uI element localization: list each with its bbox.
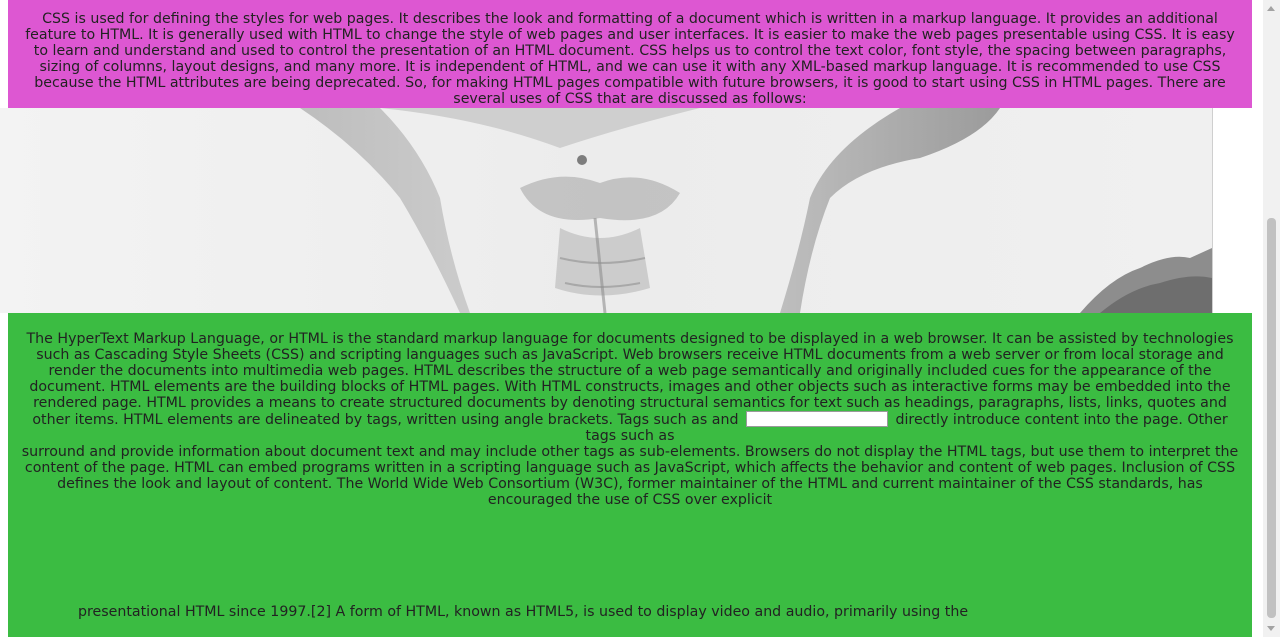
css-description-text: CSS is used for defining the styles for … [25, 11, 1235, 107]
bodybuilder-photo [0, 108, 1213, 313]
inline-text-input[interactable] [745, 411, 888, 427]
scroll-up-button[interactable] [1263, 0, 1280, 17]
html-description-section: The HyperText Markup Language, or HTML i… [8, 313, 1252, 637]
photo-graphic [0, 108, 1212, 313]
html-text-part2: surround and provide information about d… [21, 444, 1239, 508]
scroll-down-button[interactable] [1263, 620, 1280, 637]
html-paragraph-part1: The HyperText Markup Language, or HTML i… [16, 331, 1244, 444]
arrow-up-icon [1267, 6, 1275, 11]
scrollbar-thumb[interactable] [1267, 218, 1276, 618]
html-paragraph-part2: surround and provide information about d… [16, 444, 1244, 508]
html-text-part3: presentational HTML since 1997.[2] A for… [78, 604, 969, 620]
css-description-section: CSS is used for defining the styles for … [8, 0, 1252, 108]
html-paragraph-part3: presentational HTML since 1997.[2] A for… [78, 604, 1244, 620]
vertical-scrollbar[interactable] [1263, 0, 1280, 637]
arrow-down-icon [1267, 626, 1275, 631]
